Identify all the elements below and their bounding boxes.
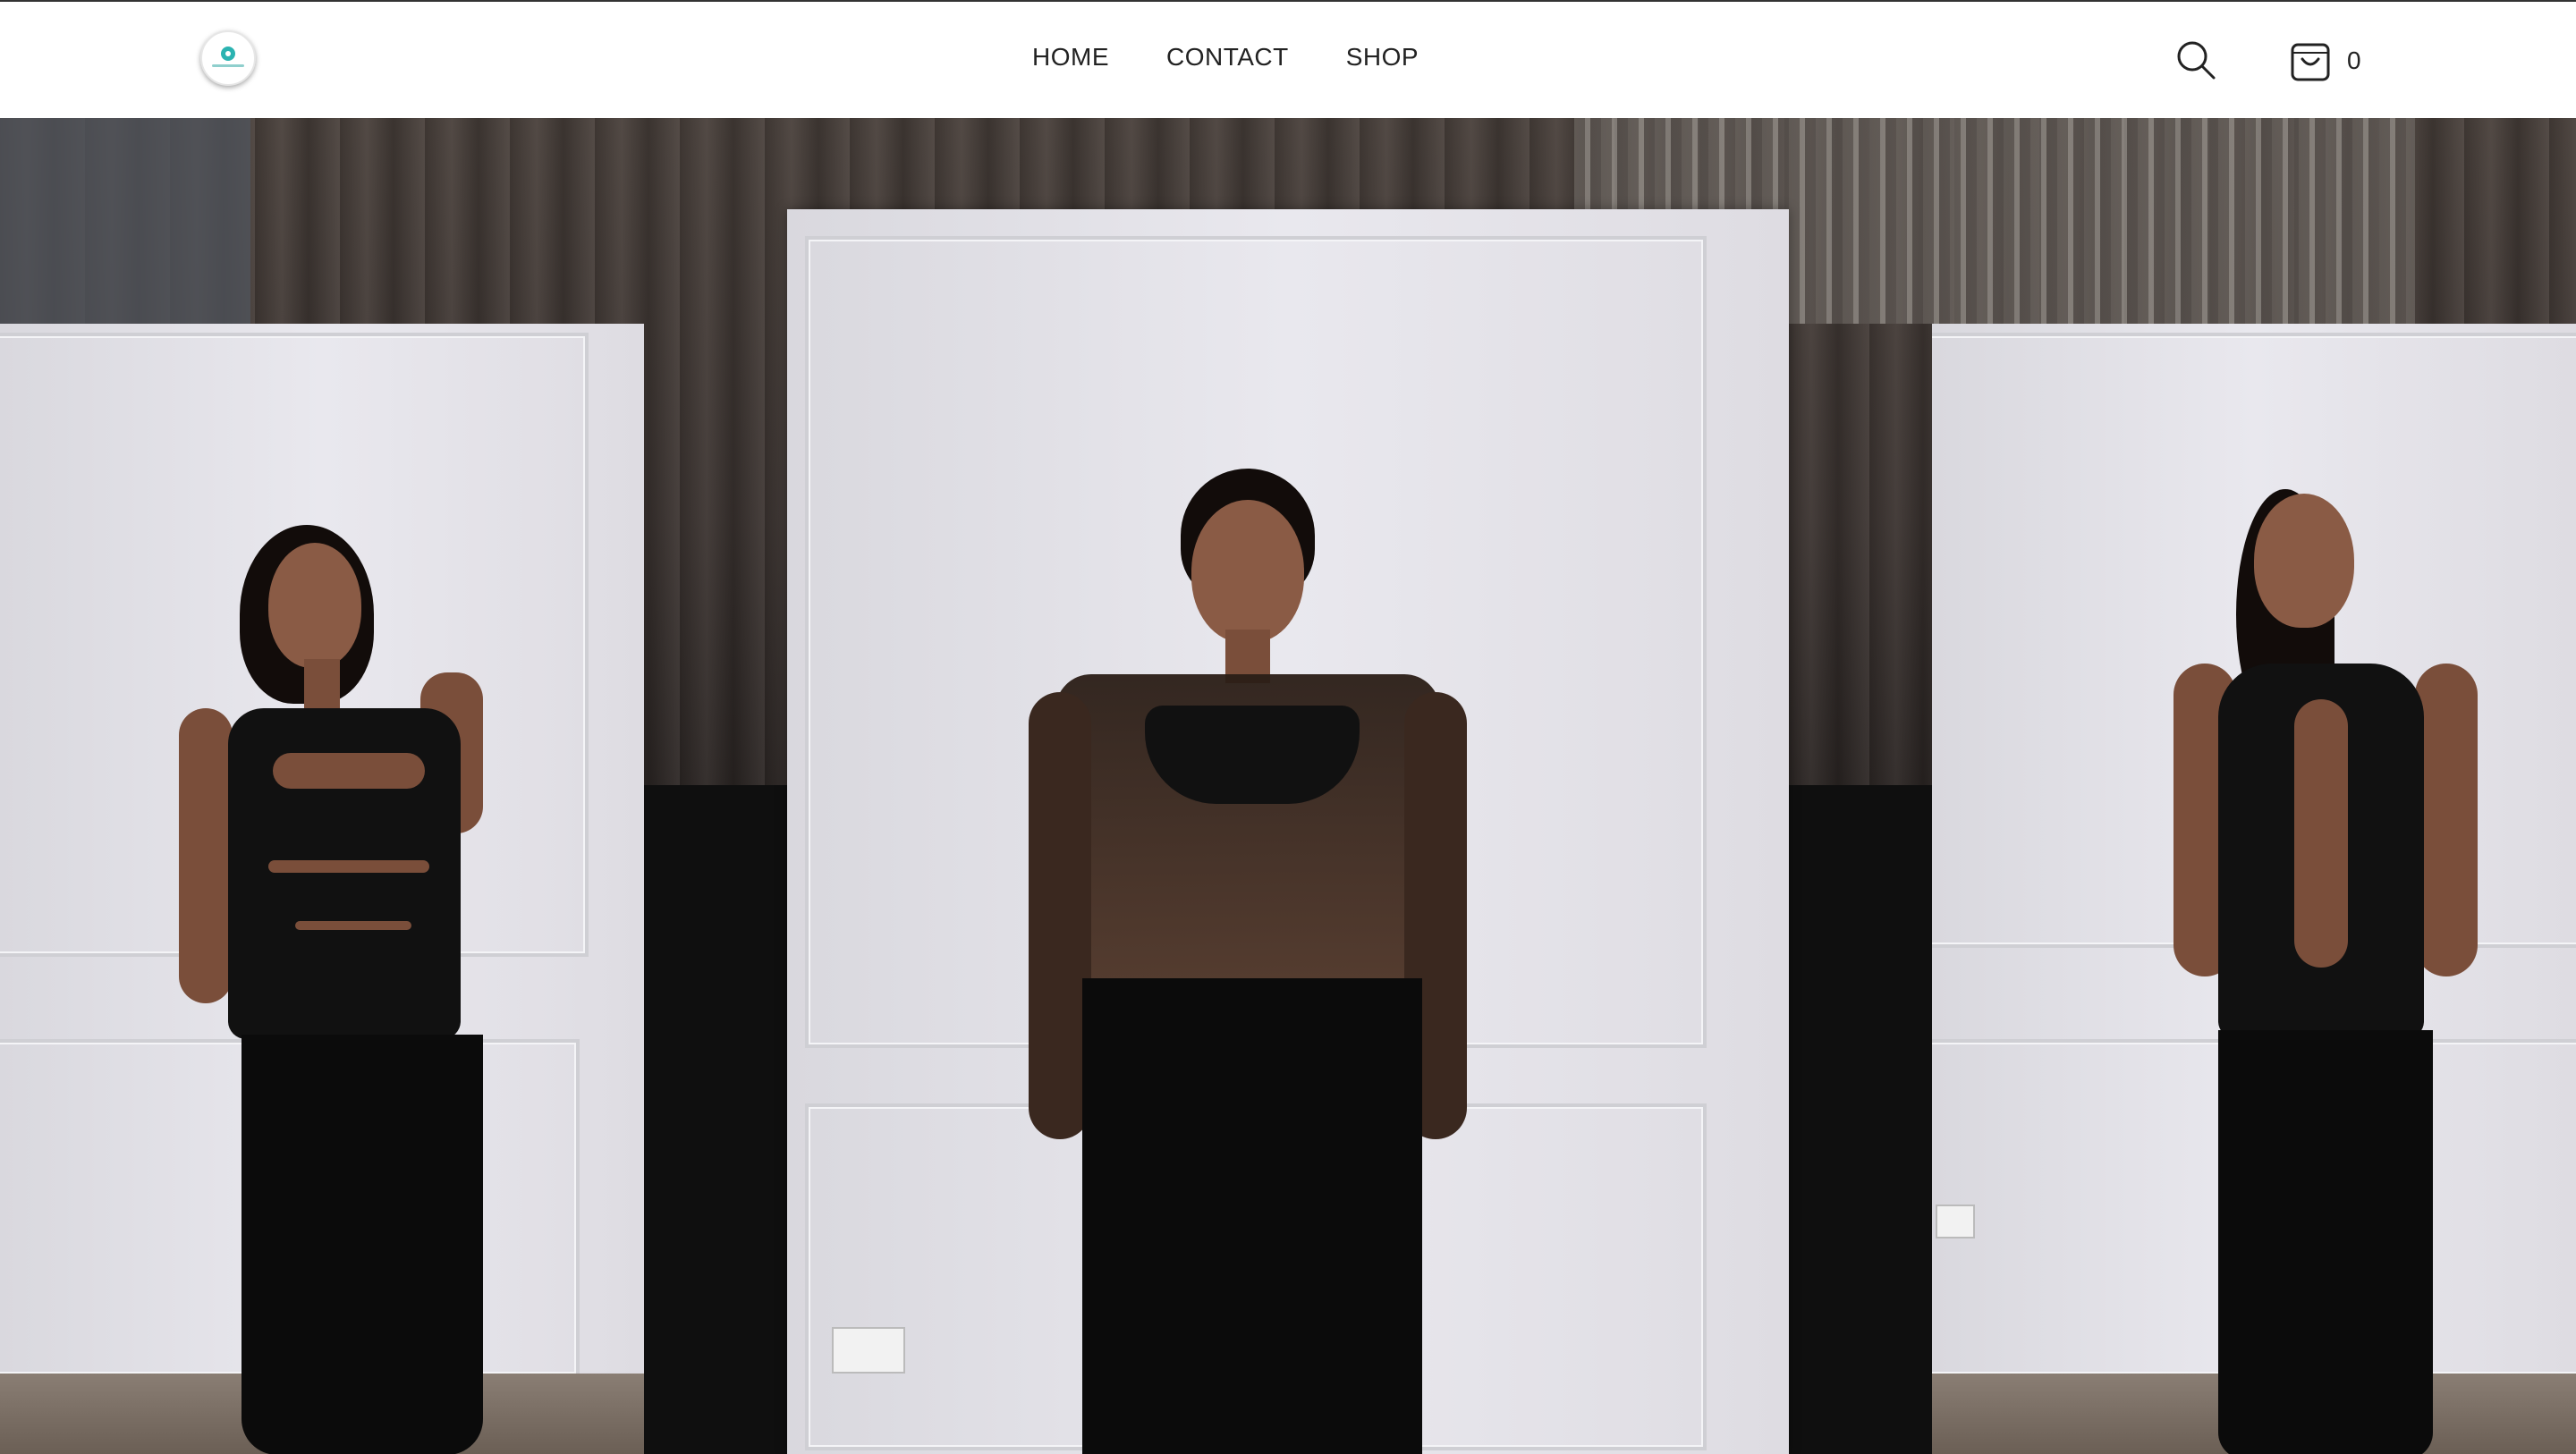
nav-home-link[interactable]: HOME bbox=[1032, 43, 1109, 72]
hero-gallery bbox=[0, 118, 2576, 1454]
slide-left[interactable] bbox=[0, 324, 644, 1454]
main-nav: HOME CONTACT SHOP bbox=[1032, 43, 1419, 72]
wall-outlet bbox=[1936, 1205, 1975, 1238]
wall-outlet bbox=[832, 1327, 905, 1374]
slide-right[interactable] bbox=[1932, 324, 2576, 1454]
cart-count[interactable]: 0 bbox=[2347, 46, 2361, 75]
brand-logo[interactable] bbox=[200, 30, 256, 86]
nav-shop-link[interactable]: SHOP bbox=[1346, 43, 1419, 72]
shopping-bag-icon[interactable] bbox=[2290, 38, 2331, 82]
site-header: HOME CONTACT SHOP 0 bbox=[0, 2, 2576, 118]
nav-contact-link[interactable]: CONTACT bbox=[1166, 43, 1289, 72]
backdrop-wall bbox=[0, 118, 250, 324]
slide-center[interactable] bbox=[787, 209, 1789, 1454]
logo-wordmark bbox=[212, 64, 244, 67]
search-icon[interactable] bbox=[2175, 39, 2216, 80]
logo-mark-icon bbox=[221, 46, 235, 61]
